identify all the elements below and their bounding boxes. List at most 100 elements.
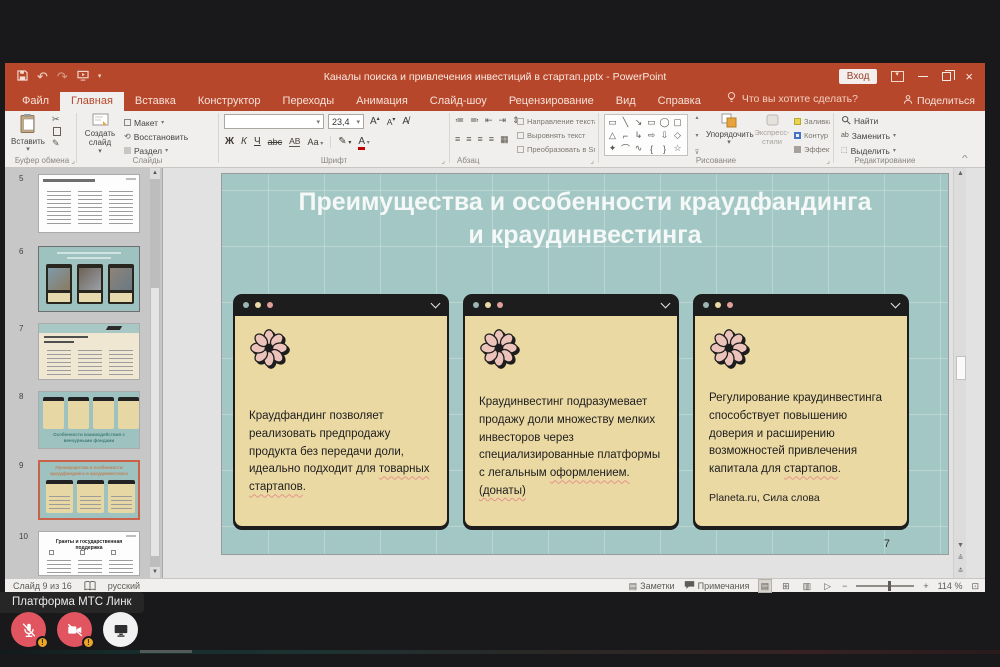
zoom-slider[interactable]: [856, 585, 914, 587]
paragraph-dialog-launcher[interactable]: ⌟: [590, 157, 594, 165]
thumbnail-scrollbar[interactable]: ▲ ▼: [150, 168, 160, 578]
align-text-button[interactable]: Выровнять текст: [517, 129, 595, 142]
thumbnail-slide-8[interactable]: Особенности взаимодействия с венчурными …: [38, 391, 140, 449]
zoom-in-icon[interactable]: +: [923, 581, 928, 591]
tab-Файл[interactable]: Файл: [11, 92, 60, 111]
increase-indent-icon[interactable]: ⇥: [499, 116, 507, 125]
reset-button[interactable]: ⟲Восстановить: [124, 130, 188, 143]
slide-sorter-view-icon[interactable]: ⊞: [780, 580, 792, 592]
card-crowdinvesting[interactable]: Краудинвестинг подразумевает продажу дол…: [463, 294, 679, 528]
paste-dropdown-arrow[interactable]: ▾: [10, 146, 46, 154]
highlight-color-icon[interactable]: ✎ ▾: [338, 137, 351, 147]
numbering-icon[interactable]: ≕: [470, 116, 479, 125]
bullets-icon[interactable]: ≔: [455, 116, 464, 125]
customize-qat-icon[interactable]: ▾: [98, 73, 102, 80]
new-slide-dropdown-arrow[interactable]: ▾: [82, 148, 118, 156]
shapes-gallery[interactable]: ▭╲↘▭◯▢△⌐↳⇨⇩◇✦⌒∿{}☆: [604, 114, 688, 156]
layout-button[interactable]: Макет▾: [124, 116, 188, 129]
start-slideshow-icon[interactable]: [77, 68, 89, 86]
shape-outline-button[interactable]: Контур фигуры: [794, 129, 830, 142]
triangle-shape-icon[interactable]: △: [606, 129, 619, 142]
decrease-indent-icon[interactable]: ⇤: [485, 116, 493, 125]
shape-effects-button[interactable]: Эффекты фигуры: [794, 143, 830, 156]
arc-shape-icon[interactable]: ⌒: [619, 142, 632, 155]
tab-Конструктор[interactable]: Конструктор: [187, 92, 272, 111]
align-center-icon[interactable]: ≡: [466, 135, 471, 144]
new-slide-button[interactable]: Создать слайд ▾: [82, 113, 118, 156]
slideshow-view-icon[interactable]: ▷: [822, 580, 833, 592]
font-dialog-launcher[interactable]: ⌟: [441, 157, 445, 165]
text-direction-button[interactable]: Направление текста: [517, 115, 595, 128]
change-case-button[interactable]: Аа ▾: [307, 138, 323, 147]
notes-toggle[interactable]: ▤Заметки: [629, 581, 675, 592]
drawing-dialog-launcher[interactable]: ⌟: [826, 157, 830, 165]
thumbnail-slide-6[interactable]: [38, 246, 140, 312]
italic-button[interactable]: К: [241, 137, 247, 147]
reading-view-icon[interactable]: ▥: [801, 580, 814, 592]
thumbnail-slide-5[interactable]: [38, 174, 140, 233]
restore-button[interactable]: [942, 72, 951, 81]
arrange-button[interactable]: Упорядочить ▾: [706, 113, 752, 147]
left-brace-shape-icon[interactable]: {: [645, 142, 658, 155]
ribbon-display-options-icon[interactable]: [891, 71, 904, 82]
elbow-connector-shape-icon[interactable]: ⌐: [619, 129, 632, 142]
justify-icon[interactable]: ≡: [489, 135, 494, 144]
scroll-up-icon[interactable]: ▲: [954, 168, 967, 180]
right-arrow-shape-icon[interactable]: ⇨: [645, 129, 658, 142]
login-button[interactable]: Вход: [839, 69, 878, 84]
tab-Переходы[interactable]: Переходы: [272, 92, 346, 111]
spell-check-icon[interactable]: [84, 580, 96, 593]
rectangle-shape-icon[interactable]: ▭: [645, 116, 658, 129]
language-indicator[interactable]: русский: [108, 581, 140, 591]
replace-button[interactable]: abЗаменить▾: [841, 129, 896, 142]
strikethrough-button[interactable]: abc: [268, 138, 283, 147]
font-color-button[interactable]: А ▾: [358, 137, 369, 147]
thumbnail-slide-7[interactable]: [38, 323, 140, 380]
font-name-combo[interactable]: ▾: [224, 114, 324, 129]
line-shape-icon[interactable]: ╲: [619, 116, 632, 129]
columns-icon[interactable]: ▦: [500, 135, 509, 144]
collapse-ribbon-icon[interactable]: ^: [962, 154, 968, 163]
thumbnail-scroll-up-icon[interactable]: ▲: [150, 168, 160, 179]
camera-off-button[interactable]: !: [57, 612, 92, 647]
clipboard-dialog-launcher[interactable]: ⌟: [71, 157, 75, 165]
normal-view-icon[interactable]: ▤: [759, 580, 772, 592]
shapes-scroll-down-icon[interactable]: ▾: [695, 132, 698, 139]
zoom-level[interactable]: 114 %: [938, 581, 963, 591]
tab-Справка[interactable]: Справка: [647, 92, 712, 111]
shape-fill-button[interactable]: Заливка фигуры: [794, 115, 830, 128]
arrow-shape-icon[interactable]: ↘: [632, 116, 645, 129]
save-icon[interactable]: [17, 68, 28, 86]
shrink-font-icon[interactable]: А▾: [387, 117, 396, 127]
comments-toggle[interactable]: Примечания: [684, 580, 750, 592]
convert-smartart-button[interactable]: Преобразовать в SmartArt: [517, 143, 595, 156]
align-left-icon[interactable]: ≡: [455, 135, 460, 144]
thumbnail-scroll-down-icon[interactable]: ▼: [150, 567, 160, 578]
text-box-shape-icon[interactable]: ▭: [606, 116, 619, 129]
undo-icon[interactable]: ↶: [37, 70, 48, 83]
copy-icon[interactable]: [53, 127, 61, 136]
thumbnail-scrollbar-thumb[interactable]: [151, 288, 159, 556]
oval-shape-icon[interactable]: ◯: [658, 116, 671, 129]
find-button[interactable]: Найти: [841, 114, 896, 127]
bold-button[interactable]: Ж: [225, 137, 234, 147]
editor-scrollbar-thumb[interactable]: [956, 356, 966, 380]
character-spacing-button[interactable]: АВ: [289, 137, 300, 147]
slide-canvas[interactable]: Преимущества и особенности краудфандинга…: [222, 174, 948, 554]
zoom-slider-thumb[interactable]: [888, 581, 891, 591]
rounded-rectangle-shape-icon[interactable]: ▢: [671, 116, 684, 129]
tab-Вставка[interactable]: Вставка: [124, 92, 187, 111]
paste-button[interactable]: Вставить ▾: [10, 113, 46, 154]
screen-share-button[interactable]: [103, 612, 138, 647]
grow-font-icon[interactable]: А▴: [370, 116, 380, 127]
right-brace-shape-icon[interactable]: }: [658, 142, 671, 155]
thumbnail-slide-10[interactable]: Гранты и государственная поддержка: [38, 531, 140, 576]
star-shape-icon[interactable]: ☆: [671, 142, 684, 155]
shapes-more-icon[interactable]: ⊽: [695, 149, 699, 156]
cut-icon[interactable]: ✂: [52, 115, 61, 124]
tab-Слайд-шоу[interactable]: Слайд-шоу: [419, 92, 498, 111]
zoom-out-icon[interactable]: −: [842, 581, 847, 591]
tab-Главная[interactable]: Главная: [60, 92, 124, 111]
freeform-shape-icon[interactable]: ✦: [606, 142, 619, 155]
tab-Вид[interactable]: Вид: [605, 92, 647, 111]
